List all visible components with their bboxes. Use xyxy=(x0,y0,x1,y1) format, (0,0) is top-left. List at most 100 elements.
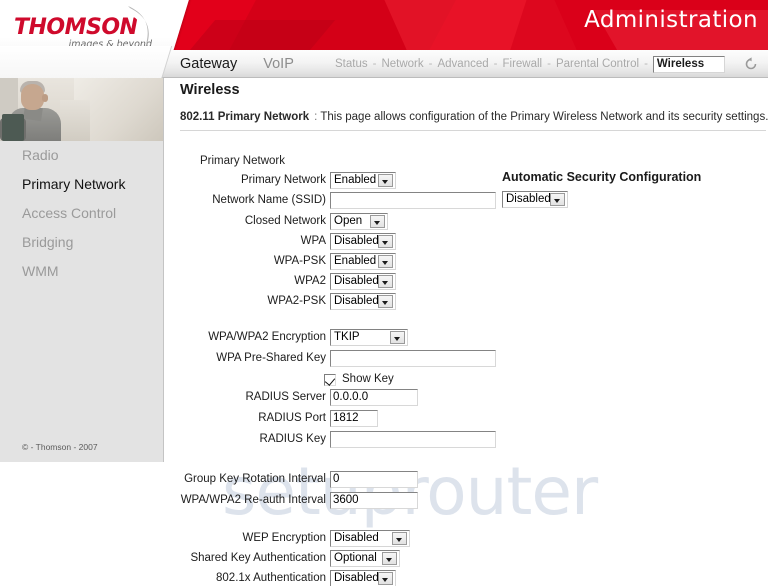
select-wpa-psk[interactable]: Enabled xyxy=(330,253,396,270)
copyright-notice: © - Thomson - 2007 xyxy=(22,442,98,452)
select-automatic-security-configuration[interactable]: Disabled xyxy=(502,191,568,208)
nav-gateway[interactable]: Gateway xyxy=(180,56,237,72)
select-shared-key-authentication[interactable]: Optional xyxy=(330,550,400,567)
label-closed-network: Closed Network xyxy=(244,215,326,227)
label-ssid: Network Name (SSID) xyxy=(212,194,326,206)
select-value: Disabled xyxy=(334,532,379,544)
reload-icon[interactable] xyxy=(743,56,759,72)
select-value: TKIP xyxy=(334,331,360,343)
sidebar-item-access-control[interactable]: Access Control xyxy=(0,199,163,228)
field-row-show-key: Show Key xyxy=(164,372,494,390)
chevron-down-icon[interactable] xyxy=(392,532,407,545)
input-group-key-rotation-interval[interactable]: 0 xyxy=(330,471,418,488)
select-closed-network[interactable]: Open xyxy=(330,213,388,230)
chevron-down-icon[interactable] xyxy=(378,275,393,288)
chevron-down-icon[interactable] xyxy=(378,295,393,308)
select-value: Enabled xyxy=(334,255,377,267)
chevron-down-icon[interactable] xyxy=(382,552,397,565)
input-radius-key[interactable] xyxy=(330,431,496,448)
field-row-wpa-encryption: WPA/WPA2 Encryption TKIP xyxy=(164,329,494,348)
chevron-down-icon[interactable] xyxy=(378,255,393,268)
label-wpa: WPA xyxy=(300,235,326,247)
chevron-down-icon[interactable] xyxy=(378,174,393,187)
label-primary-network: Primary Network xyxy=(241,174,326,186)
control-reauth-interval: 3600 xyxy=(330,492,418,512)
select-value: Disabled xyxy=(334,572,379,584)
input-radius-port[interactable]: 1812 xyxy=(330,410,378,427)
top-banner: THOMSON images & beyond Administration xyxy=(0,0,768,50)
label-radius-server: RADIUS Server xyxy=(245,391,326,403)
nav-sub-wireless[interactable]: Wireless xyxy=(652,55,726,73)
chevron-down-icon[interactable] xyxy=(378,572,393,585)
chevron-down-icon[interactable] xyxy=(390,331,405,344)
control-wpa2-psk: Disabled xyxy=(330,293,396,310)
sidebar-item-primary-network[interactable]: Primary Network xyxy=(0,170,163,199)
field-row-radius-server: RADIUS Server 0.0.0.0 xyxy=(164,389,494,408)
input-radius-server[interactable]: 0.0.0.0 xyxy=(330,389,418,406)
label-group-key-rotation-interval: Group Key Rotation Interval xyxy=(184,473,326,485)
control-shared-key-authentication: Optional xyxy=(330,550,400,567)
select-wep-encryption[interactable]: Disabled xyxy=(330,530,410,547)
select-8021x-authentication[interactable]: Disabled xyxy=(330,570,396,586)
label-show-key: Show Key xyxy=(342,373,394,385)
chevron-down-icon[interactable] xyxy=(370,215,385,228)
label-wpa2-psk: WPA2-PSK xyxy=(267,295,326,307)
sidebar-photo xyxy=(0,78,163,141)
select-value: Disabled xyxy=(334,295,379,307)
nav-separator: - xyxy=(493,58,498,70)
nav-separator: - xyxy=(428,58,433,70)
select-wpa2-psk[interactable]: Disabled xyxy=(330,293,396,310)
field-row-wep-encryption: WEP Encryption Disabled xyxy=(164,530,494,549)
sidebar-item-radio[interactable]: Radio xyxy=(0,141,163,170)
label-wpa-encryption: WPA/WPA2 Encryption xyxy=(208,331,326,343)
secondary-nav-group: Status - Network - Advanced - Firewall -… xyxy=(335,50,726,78)
control-radius-key xyxy=(330,431,496,451)
field-row-primary-network: Primary Network Enabled xyxy=(164,172,494,191)
control-group-key-rotation-interval: 0 xyxy=(330,471,418,491)
control-radius-server: 0.0.0.0 xyxy=(330,389,418,409)
banner-facet-5 xyxy=(164,20,336,50)
select-wpa[interactable]: Disabled xyxy=(330,233,396,250)
settings-form: Primary Network Primary Network Enabled … xyxy=(164,78,768,586)
nav-sub-advanced[interactable]: Advanced xyxy=(437,58,488,70)
control-wpa-pre-shared-key xyxy=(330,350,496,370)
page-section-title: Administration xyxy=(584,7,758,33)
select-primary-network[interactable]: Enabled xyxy=(330,172,396,189)
input-wpa-pre-shared-key[interactable] xyxy=(330,350,496,367)
control-ssid xyxy=(330,192,496,212)
control-wep-encryption: Disabled xyxy=(330,530,410,547)
group-label-primary-network: Primary Network xyxy=(200,155,285,167)
control-wpa: Disabled xyxy=(330,233,396,250)
nav-separator: - xyxy=(372,58,377,70)
select-wpa2[interactable]: Disabled xyxy=(330,273,396,290)
label-radius-key: RADIUS Key xyxy=(259,433,326,445)
main-content: setuprouter Wireless 802.11 Primary Netw… xyxy=(164,78,768,586)
chevron-down-icon[interactable] xyxy=(550,193,565,206)
select-value: Disabled xyxy=(334,235,379,247)
field-row-wpa-psk: WPA-PSK Enabled xyxy=(164,253,494,272)
sidebar-item-bridging[interactable]: Bridging xyxy=(0,228,163,257)
field-row-ssid: Network Name (SSID) xyxy=(164,192,496,212)
nav-sub-status[interactable]: Status xyxy=(335,58,368,70)
field-row-closed-network: Closed Network Open xyxy=(164,213,494,232)
control-wpa-psk: Enabled xyxy=(330,253,396,270)
left-sidebar: Radio Primary Network Access Control Bri… xyxy=(0,78,164,462)
nav-sub-firewall[interactable]: Firewall xyxy=(502,58,542,70)
checkbox-show-key[interactable] xyxy=(324,374,336,386)
input-reauth-interval[interactable]: 3600 xyxy=(330,492,418,509)
label-wpa-psk: WPA-PSK xyxy=(273,255,326,267)
select-value: Enabled xyxy=(334,174,377,186)
select-wpa-encryption[interactable]: TKIP xyxy=(330,329,408,346)
control-closed-network: Open xyxy=(330,213,388,230)
field-row-wpa: WPA Disabled xyxy=(164,233,494,252)
sidebar-item-wmm[interactable]: WMM xyxy=(0,257,163,286)
automatic-security-configuration-title: Automatic Security Configuration xyxy=(502,170,702,184)
label-wpa2: WPA2 xyxy=(294,275,326,287)
navbar-wedge xyxy=(0,46,173,80)
input-ssid[interactable] xyxy=(330,192,496,209)
nav-sub-parental-control[interactable]: Parental Control xyxy=(556,58,639,70)
nav-voip[interactable]: VoIP xyxy=(263,56,294,72)
chevron-down-icon[interactable] xyxy=(378,235,393,248)
nav-sub-network[interactable]: Network xyxy=(381,58,423,70)
label-wep-encryption: WEP Encryption xyxy=(242,532,326,544)
